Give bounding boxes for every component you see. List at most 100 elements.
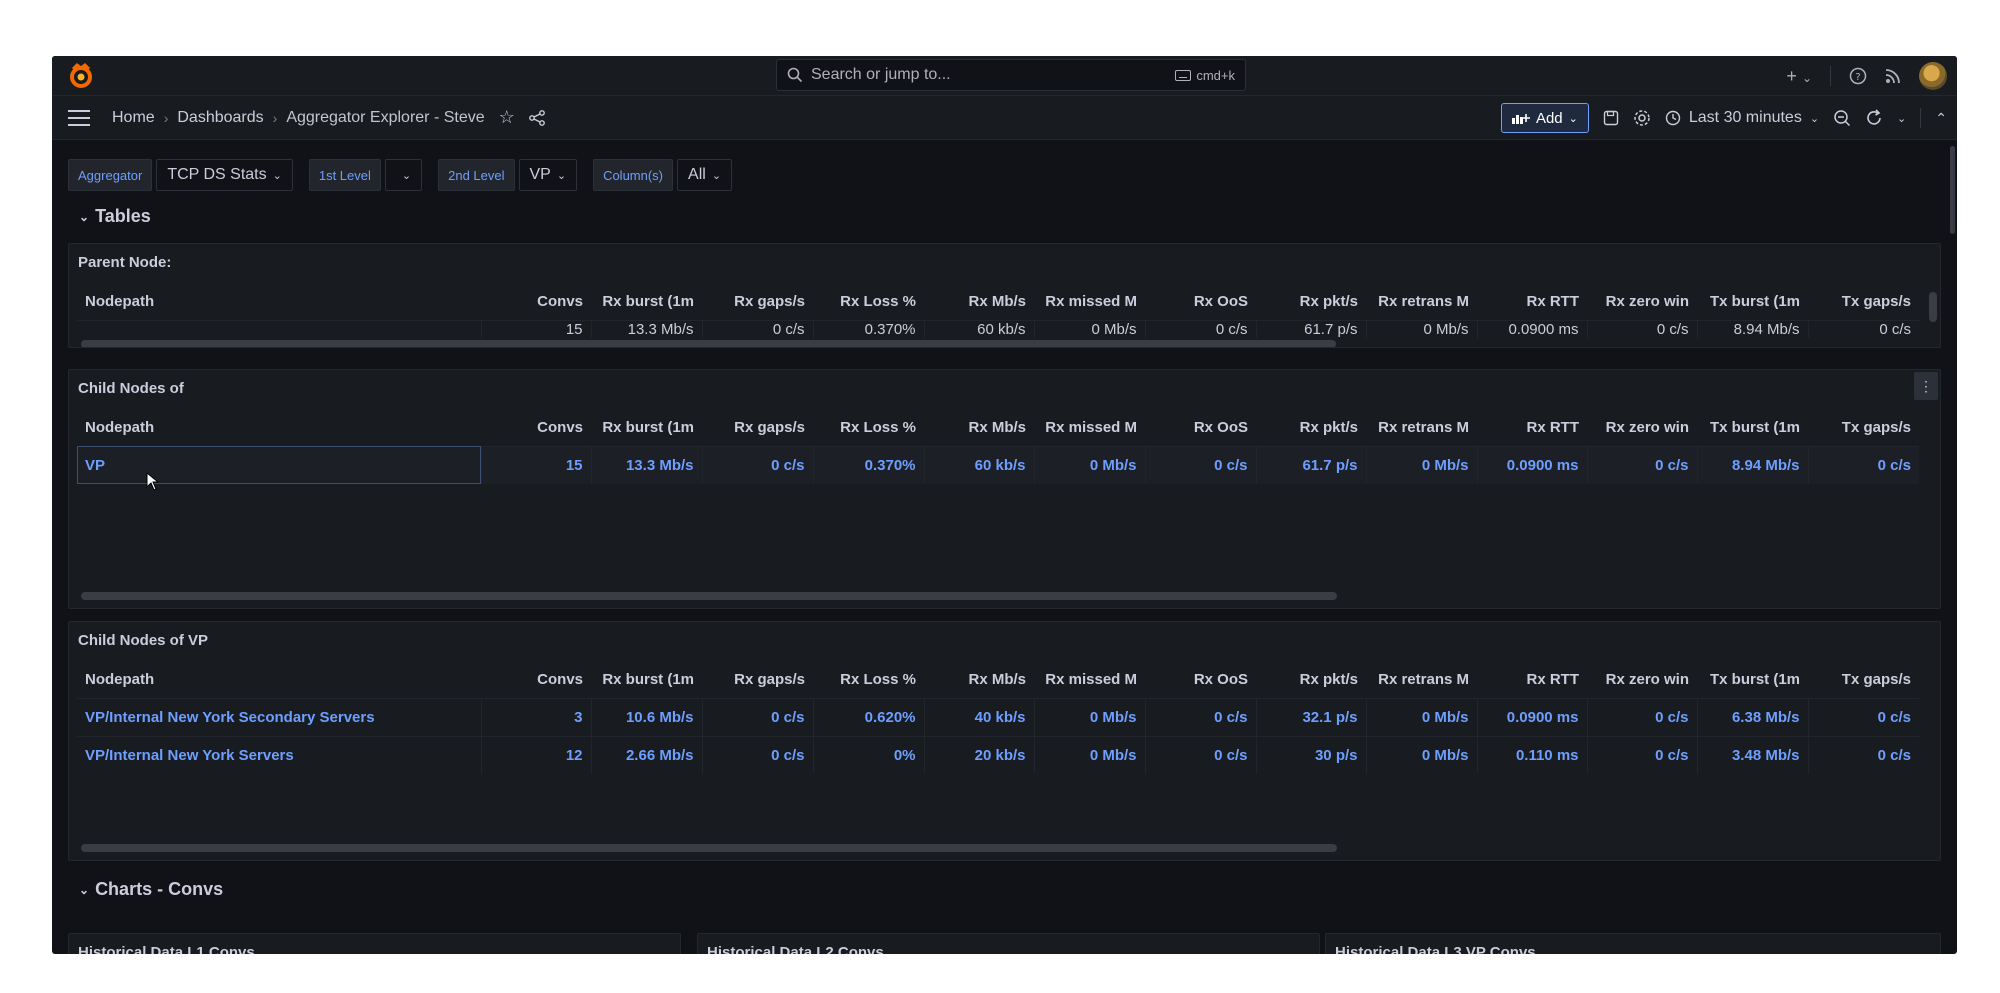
column-header[interactable]: Tx burst (1m bbox=[1697, 284, 1808, 320]
template-variables: Aggregator TCP DS Stats ⌄ 1st Level ⌄ 2n… bbox=[68, 158, 733, 192]
column-header[interactable]: Rx missed M bbox=[1034, 662, 1145, 698]
table-row[interactable]: VP/Internal New York Secondary Servers 3 1… bbox=[77, 697, 1919, 736]
horizontal-scrollbar[interactable] bbox=[81, 844, 1337, 852]
column-header[interactable]: Convs bbox=[481, 662, 591, 698]
column-header[interactable]: Rx Mb/s bbox=[924, 284, 1034, 320]
column-header[interactable]: Rx missed M bbox=[1034, 284, 1145, 320]
search-shortcut: cmd+k bbox=[1196, 67, 1235, 83]
user-avatar[interactable] bbox=[1919, 62, 1947, 90]
help-icon[interactable]: ? bbox=[1849, 67, 1867, 85]
variable-select-aggregator[interactable]: TCP DS Stats ⌄ bbox=[156, 159, 293, 191]
column-header[interactable]: Rx missed M bbox=[1034, 410, 1145, 446]
table-cell: 0 c/s bbox=[1586, 697, 1697, 736]
column-header[interactable]: Rx OoS bbox=[1145, 662, 1256, 698]
horizontal-scrollbar[interactable] bbox=[81, 592, 1337, 600]
column-header[interactable]: Rx retrans M bbox=[1366, 284, 1477, 320]
search-input[interactable]: Search or jump to... cmd+k bbox=[776, 59, 1246, 91]
add-button[interactable]: Add ⌄ bbox=[1500, 103, 1589, 133]
panel-title: Parent Node: bbox=[78, 254, 172, 271]
column-header[interactable]: Rx OoS bbox=[1145, 410, 1256, 446]
keyboard-shortcut: cmd+k bbox=[1175, 68, 1235, 83]
row-title: Tables bbox=[95, 206, 151, 226]
time-range-picker[interactable]: Last 30 minutes ⌄ bbox=[1665, 109, 1819, 127]
row-toggle-charts[interactable]: ⌄ Charts - Convs bbox=[79, 879, 223, 900]
horizontal-scrollbar[interactable] bbox=[81, 340, 1336, 347]
column-header[interactable]: Rx burst (1m bbox=[591, 410, 702, 446]
table-cell: 0 c/s bbox=[1586, 735, 1697, 774]
chevron-down-icon: ⌄ bbox=[711, 169, 722, 182]
column-header[interactable]: Rx Loss % bbox=[813, 284, 924, 320]
column-header[interactable]: Rx RTT bbox=[1477, 662, 1587, 698]
refresh-interval-chevron-icon[interactable]: ⌄ bbox=[1897, 112, 1906, 125]
column-header[interactable]: Tx gaps/s bbox=[1808, 662, 1919, 698]
settings-gear-icon[interactable] bbox=[1633, 109, 1651, 127]
nodepath-link[interactable]: VP/Internal New York Secondary Servers bbox=[77, 697, 481, 736]
menu-toggle-icon[interactable] bbox=[68, 109, 90, 126]
column-header[interactable]: Nodepath bbox=[77, 410, 481, 446]
column-header[interactable]: Rx Loss % bbox=[813, 410, 924, 446]
column-header[interactable]: Tx gaps/s bbox=[1808, 284, 1919, 320]
zoom-out-icon[interactable] bbox=[1833, 109, 1851, 127]
column-header[interactable]: Tx burst (1m bbox=[1697, 662, 1808, 698]
column-header[interactable]: Rx burst (1m bbox=[591, 284, 702, 320]
table-cell: 0 c/s bbox=[1144, 319, 1256, 338]
variable-select-second-level[interactable]: VP ⌄ bbox=[518, 159, 578, 191]
column-header[interactable]: Rx RTT bbox=[1477, 284, 1587, 320]
collapse-chevron-up-icon[interactable]: ⌃ bbox=[1935, 110, 1947, 127]
column-header[interactable]: Rx retrans M bbox=[1366, 662, 1477, 698]
panel-child-nodes-vp: Child Nodes of VP Nodepath Convs Rx burst … bbox=[68, 621, 1941, 861]
refresh-icon[interactable] bbox=[1865, 109, 1883, 127]
column-header[interactable]: Rx pkt/s bbox=[1256, 662, 1366, 698]
column-header[interactable]: Convs bbox=[481, 410, 591, 446]
chevron-down-icon: ⌄ bbox=[1809, 112, 1820, 125]
table-cell: 60 kb/s bbox=[923, 445, 1034, 484]
column-header[interactable]: Rx Loss % bbox=[813, 662, 924, 698]
panel-menu-icon[interactable]: ⋮ bbox=[1914, 372, 1938, 400]
column-header[interactable]: Rx gaps/s bbox=[702, 410, 813, 446]
column-header[interactable]: Rx RTT bbox=[1477, 410, 1587, 446]
panel-child-nodes: Child Nodes of ⋮ Nodepath Convs Rx burst (… bbox=[68, 369, 1941, 609]
table-row[interactable]: 15 13.3 Mb/s 0 c/s 0.370% 60 kb/s 0 Mb/s 0 c/s… bbox=[77, 319, 1919, 338]
variable-select-first-level[interactable]: ⌄ bbox=[384, 159, 423, 191]
table-cell: 30 p/s bbox=[1255, 735, 1366, 774]
vertical-scrollbar[interactable] bbox=[1929, 292, 1937, 322]
column-header[interactable]: Rx pkt/s bbox=[1256, 284, 1366, 320]
divider bbox=[1830, 66, 1831, 86]
row-toggle-tables[interactable]: ⌄ Tables bbox=[79, 206, 151, 227]
table-cell: 0 c/s bbox=[701, 445, 813, 484]
grafana-logo-icon[interactable] bbox=[67, 62, 95, 90]
nodepath-link[interactable]: VP bbox=[77, 445, 481, 484]
column-header[interactable]: Nodepath bbox=[77, 662, 481, 698]
column-header[interactable]: Rx pkt/s bbox=[1256, 410, 1366, 446]
table-row[interactable]: VP/Internal New York Servers 12 2.66 Mb/s 0… bbox=[77, 735, 1919, 774]
data-table: Nodepath Convs Rx burst (1m Rx gaps/s Rx Los… bbox=[77, 410, 1919, 484]
table-cell: 0 c/s bbox=[701, 319, 813, 338]
column-header[interactable]: Nodepath bbox=[77, 284, 481, 320]
page-vertical-scrollbar[interactable] bbox=[1950, 146, 1955, 234]
column-header[interactable]: Rx Mb/s bbox=[924, 410, 1034, 446]
column-header[interactable]: Rx Mb/s bbox=[924, 662, 1034, 698]
nodepath-link[interactable]: VP/Internal New York Servers bbox=[77, 735, 481, 774]
column-header[interactable]: Rx retrans M bbox=[1366, 410, 1477, 446]
breadcrumb-home[interactable]: Home bbox=[112, 109, 155, 127]
column-header[interactable]: Rx gaps/s bbox=[702, 662, 813, 698]
column-header[interactable]: Convs bbox=[481, 284, 591, 320]
table-row[interactable]: VP 15 13.3 Mb/s 0 c/s 0.370% 60 kb/s 0 Mb/s 0 c… bbox=[77, 445, 1919, 484]
column-header[interactable]: Rx gaps/s bbox=[702, 284, 813, 320]
column-header[interactable]: Rx zero win bbox=[1587, 410, 1697, 446]
column-header[interactable]: Rx OoS bbox=[1145, 284, 1256, 320]
new-menu-icon[interactable]: + ⌄ bbox=[1786, 66, 1812, 87]
variable-select-columns[interactable]: All ⌄ bbox=[677, 159, 733, 191]
column-header[interactable]: Rx zero win bbox=[1587, 662, 1697, 698]
column-header[interactable]: Tx burst (1m bbox=[1697, 410, 1808, 446]
nodepath-link[interactable] bbox=[77, 319, 481, 338]
save-icon[interactable] bbox=[1603, 110, 1619, 126]
column-header[interactable]: Rx burst (1m bbox=[591, 662, 702, 698]
share-icon[interactable] bbox=[528, 109, 545, 126]
breadcrumb-dashboards[interactable]: Dashboards bbox=[177, 109, 263, 127]
column-header[interactable]: Rx zero win bbox=[1587, 284, 1697, 320]
star-icon[interactable]: ☆ bbox=[499, 107, 515, 128]
column-header[interactable]: Tx gaps/s bbox=[1808, 410, 1919, 446]
table-cell: 0 Mb/s bbox=[1033, 445, 1145, 484]
news-feed-icon[interactable] bbox=[1885, 68, 1901, 84]
